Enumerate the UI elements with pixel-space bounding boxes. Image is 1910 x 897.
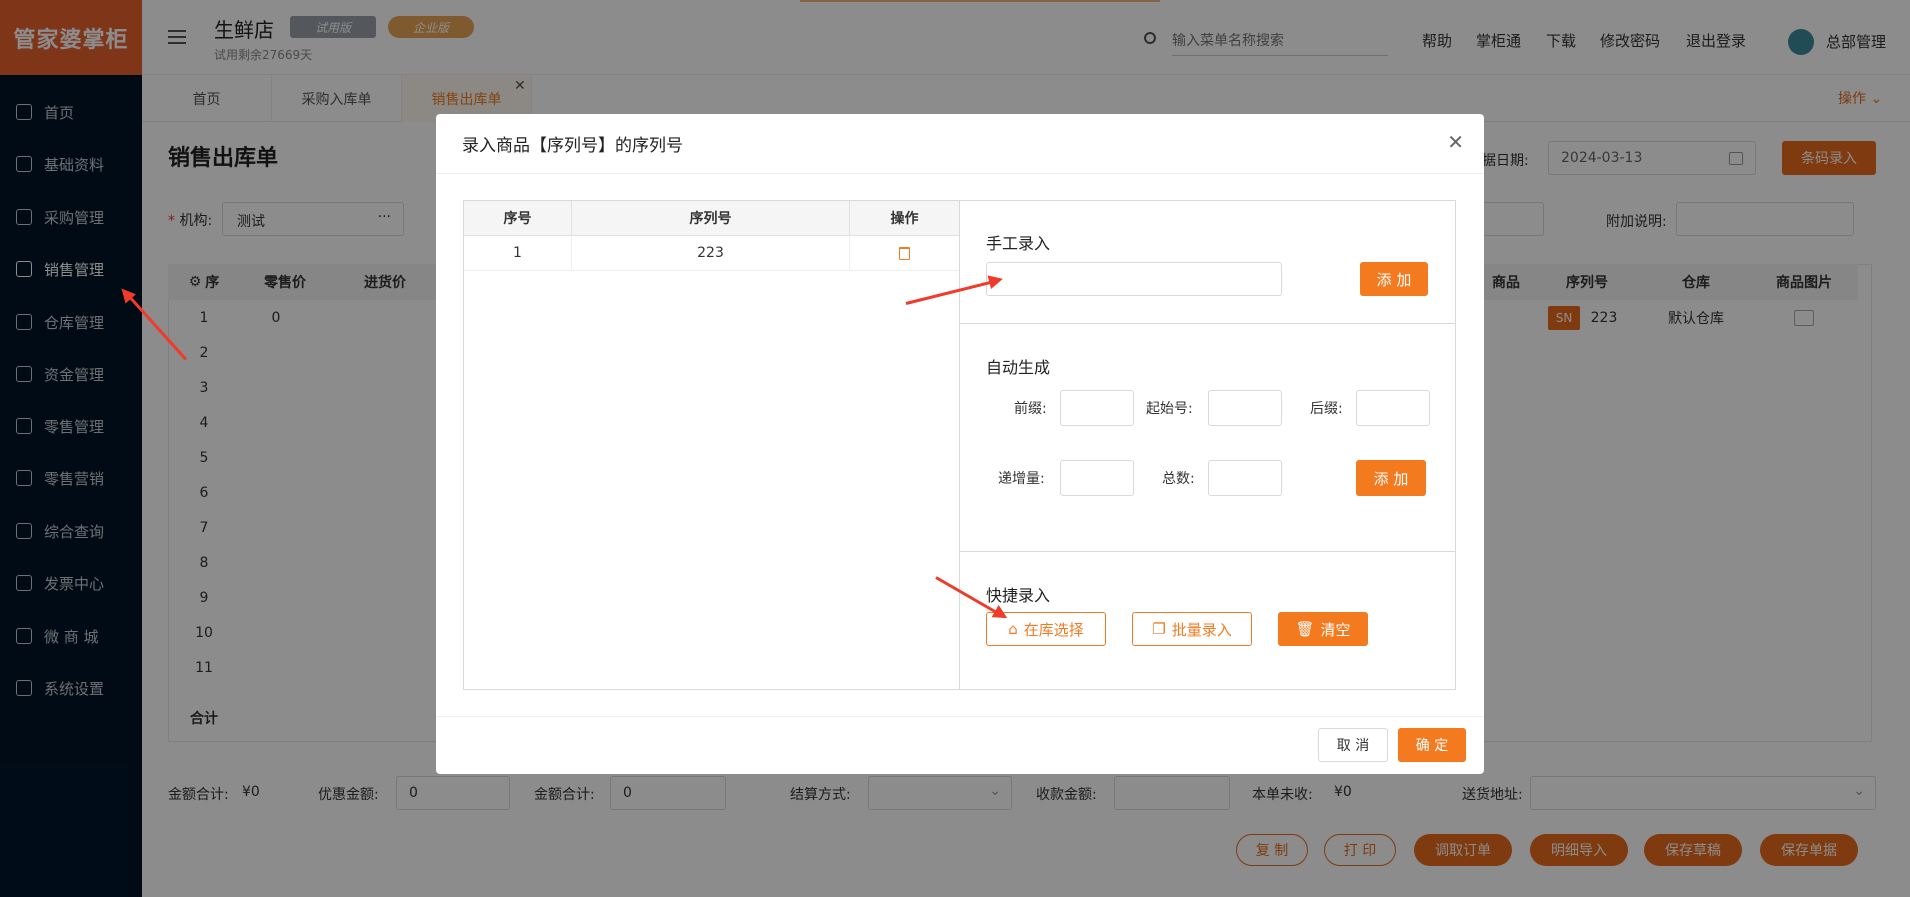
manual-entry-title: 手工录入 (986, 234, 1051, 253)
trash-icon[interactable] (899, 246, 910, 260)
count-label: 总数: (1162, 471, 1195, 487)
step-input[interactable] (1060, 460, 1134, 496)
count-input[interactable] (1208, 460, 1282, 496)
clear-button[interactable]: 🗑 清空 (1278, 612, 1368, 646)
serial-table (463, 200, 960, 690)
serial-row-delete[interactable] (850, 236, 959, 271)
stock-select-label: 在库选择 (1023, 620, 1084, 639)
divider (960, 323, 1455, 324)
auto-add-button[interactable]: 添 加 (1356, 460, 1426, 496)
serial-row-value: 223 (572, 236, 850, 271)
clear-label: 清空 (1320, 620, 1351, 639)
prefix-input[interactable] (1060, 390, 1134, 426)
home-icon: ⌂ (1008, 620, 1018, 638)
prefix-label: 前缀: (1014, 401, 1047, 417)
trash-icon: 🗑 (1295, 620, 1315, 638)
quick-entry-title: 快捷录入 (986, 586, 1051, 605)
serial-entry-modal: 录入商品【序列号】的序列号 ✕ 序号 序列号 操作 1 223 手工录入 添 加… (436, 114, 1484, 774)
batch-input-button[interactable]: ❐ 批量录入 (1132, 612, 1252, 646)
serial-header-action: 操作 (850, 201, 959, 236)
suffix-label: 后缀: (1310, 401, 1343, 417)
suffix-input[interactable] (1356, 390, 1430, 426)
auto-generate-title: 自动生成 (986, 358, 1051, 377)
divider (960, 551, 1455, 552)
batch-input-label: 批量录入 (1171, 620, 1232, 639)
serial-row-index: 1 (464, 236, 572, 271)
footer-divider (436, 716, 1484, 717)
start-label: 起始号: (1146, 401, 1193, 417)
modal-title: 录入商品【序列号】的序列号 (436, 114, 1484, 174)
step-label: 递增量: (998, 471, 1045, 487)
start-input[interactable] (1208, 390, 1282, 426)
manual-serial-input[interactable] (986, 262, 1282, 296)
cancel-button[interactable]: 取 消 (1318, 728, 1388, 762)
serial-header-index: 序号 (464, 201, 572, 236)
serial-header-serial: 序列号 (572, 201, 850, 236)
manual-add-button[interactable]: 添 加 (1360, 262, 1428, 296)
clipboard-icon: ❐ (1152, 620, 1166, 638)
confirm-button[interactable]: 确 定 (1398, 728, 1466, 762)
close-icon[interactable]: ✕ (1447, 130, 1464, 154)
